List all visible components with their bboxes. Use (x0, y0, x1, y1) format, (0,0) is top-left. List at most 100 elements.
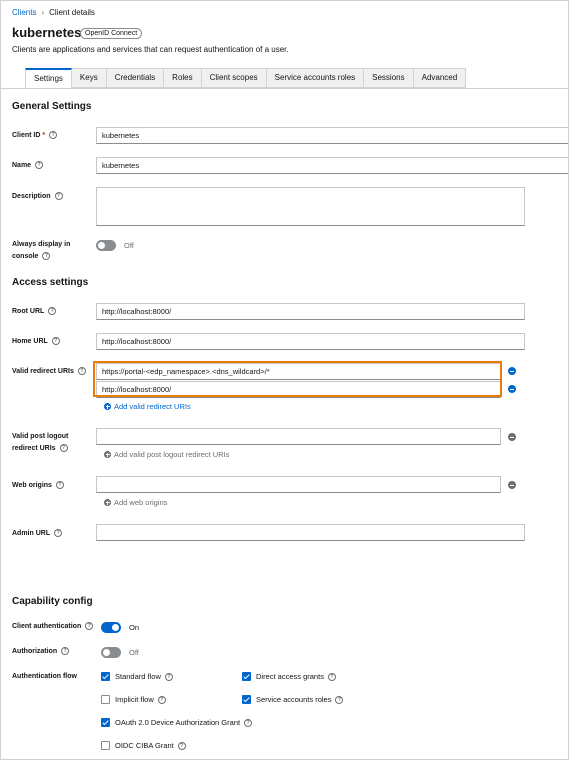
redirect-uris-highlight (93, 361, 502, 397)
help-icon[interactable]: ? (59, 444, 68, 453)
device-grant-label-text: OAuth 2.0 Device Authorization Grant (115, 718, 241, 727)
add-valid-redirect-label: Add valid redirect URIs (114, 402, 191, 411)
add-valid-redirect-button[interactable]: Add valid redirect URIs (104, 402, 191, 411)
breadcrumb: Clients › Client details (12, 8, 95, 17)
root-url-input[interactable]: http://localhost:8000/ (96, 303, 525, 320)
always-display-label-line1: Always display in (12, 241, 71, 248)
protocol-badge: OpenID Connect (80, 28, 143, 39)
standard-flow-checkbox[interactable] (101, 672, 110, 681)
remove-redirect-1-icon[interactable] (508, 367, 516, 375)
direct-access-label: Direct access grants? (256, 672, 336, 682)
help-icon[interactable]: ? (85, 622, 94, 631)
tab-advanced[interactable]: Advanced (413, 68, 467, 88)
valid-redirect-label: Valid redirect URIs? (12, 366, 86, 378)
always-display-toggle[interactable] (96, 240, 116, 251)
name-input[interactable]: kubernetes (96, 157, 568, 174)
page-subtitle: Clients are applications and services th… (12, 45, 289, 54)
tab-sessions[interactable]: Sessions (364, 68, 414, 88)
description-textarea[interactable] (96, 187, 525, 226)
help-icon[interactable]: ? (54, 529, 63, 538)
web-origins-input[interactable] (96, 476, 501, 493)
toggle-knob (112, 624, 119, 631)
remove-web-origin-icon[interactable] (508, 481, 516, 489)
client-id-input[interactable]: kubernetes (96, 127, 568, 144)
plus-circle-icon (104, 499, 111, 506)
authorization-label-text: Authorization (12, 648, 58, 655)
implicit-flow-checkbox[interactable] (101, 695, 110, 704)
help-icon[interactable]: ? (177, 742, 186, 751)
add-web-origins-label: Add web origins (114, 498, 168, 507)
add-post-logout-label: Add valid post logout redirect URIs (114, 450, 230, 459)
tab-keys[interactable]: Keys (71, 68, 107, 88)
breadcrumb-clients-link[interactable]: Clients (12, 8, 36, 17)
ciba-grant-label: OIDC CIBA Grant? (115, 741, 186, 751)
ciba-grant-label-text: OIDC CIBA Grant (115, 741, 174, 750)
remove-post-logout-icon[interactable] (508, 433, 516, 441)
standard-flow-label: Standard flow? (115, 672, 173, 682)
description-label: Description? (12, 191, 63, 203)
help-icon[interactable]: ? (244, 719, 253, 728)
client-details-page: Clients › Client details kubernetes OpenID… (0, 0, 569, 760)
client-auth-toggle[interactable] (101, 622, 121, 633)
help-icon[interactable]: ? (327, 673, 336, 682)
client-auth-label-text: Client authentication (12, 623, 82, 630)
always-display-state: Off (124, 241, 134, 250)
help-icon[interactable]: ? (35, 161, 44, 170)
admin-url-label-text: Admin URL (12, 530, 51, 537)
web-origins-label: Web origins? (12, 480, 64, 492)
authorization-toggle[interactable] (101, 647, 121, 658)
help-icon[interactable]: ? (48, 307, 57, 316)
direct-access-checkbox[interactable] (242, 672, 251, 681)
help-icon[interactable]: ? (164, 673, 173, 682)
help-icon[interactable]: ? (77, 367, 86, 376)
always-display-label-line2: console (12, 253, 39, 260)
auth-flow-label-text: Authentication flow (12, 673, 77, 680)
help-icon[interactable]: ? (49, 131, 58, 140)
tab-client-scopes[interactable]: Client scopes (201, 68, 267, 88)
client-auth-state: On (129, 623, 140, 632)
direct-access-label-text: Direct access grants (256, 672, 324, 681)
name-label: Name? (12, 160, 44, 172)
valid-redirect-label-text: Valid redirect URIs (12, 368, 74, 375)
help-icon[interactable]: ? (51, 337, 60, 346)
access-settings-heading: Access settings (12, 277, 89, 288)
tab-roles[interactable]: Roles (164, 68, 202, 88)
standard-flow-label-text: Standard flow (115, 672, 161, 681)
required-marker: * (42, 132, 46, 139)
help-icon[interactable]: ? (61, 647, 70, 656)
help-icon[interactable]: ? (335, 696, 344, 705)
capability-config-heading: Capability config (12, 596, 93, 607)
root-url-label-text: Root URL (12, 308, 45, 315)
ciba-grant-checkbox[interactable] (101, 741, 110, 750)
tab-settings[interactable]: Settings (25, 68, 72, 88)
auth-flow-label: Authentication flow (12, 671, 77, 683)
service-accounts-label: Service accounts roles? (256, 695, 344, 705)
help-icon[interactable]: ? (54, 192, 63, 201)
add-web-origins-button[interactable]: Add web origins (104, 498, 167, 507)
tab-bar: Settings Keys Credentials Roles Client s… (25, 68, 467, 88)
device-grant-checkbox[interactable] (101, 718, 110, 727)
service-accounts-checkbox[interactable] (242, 695, 251, 704)
post-logout-input[interactable] (96, 428, 501, 445)
breadcrumb-separator: › (41, 8, 45, 17)
help-icon[interactable]: ? (42, 252, 51, 261)
remove-redirect-2-icon[interactable] (508, 385, 516, 393)
device-grant-label: OAuth 2.0 Device Authorization Grant? (115, 718, 253, 728)
post-logout-label: Valid post logout redirect URIs? (12, 431, 68, 455)
add-post-logout-button[interactable]: Add valid post logout redirect URIs (104, 450, 229, 459)
post-logout-label-line1: Valid post logout (12, 433, 69, 440)
root-url-label: Root URL? (12, 306, 57, 318)
help-icon[interactable]: ? (157, 696, 166, 705)
plus-circle-icon (104, 451, 111, 458)
admin-url-label: Admin URL? (12, 528, 63, 540)
client-auth-label: Client authentication? (12, 621, 94, 633)
service-accounts-label-text: Service accounts roles (256, 695, 332, 704)
tab-credentials[interactable]: Credentials (106, 68, 165, 88)
tab-service-accounts-roles[interactable]: Service accounts roles (266, 68, 365, 88)
help-icon[interactable]: ? (55, 481, 64, 490)
name-label-text: Name (12, 162, 32, 169)
general-settings-heading: General Settings (12, 101, 92, 112)
admin-url-input[interactable] (96, 524, 525, 541)
toggle-knob (103, 649, 110, 656)
home-url-input[interactable]: http://localhost:8000/ (96, 333, 525, 350)
